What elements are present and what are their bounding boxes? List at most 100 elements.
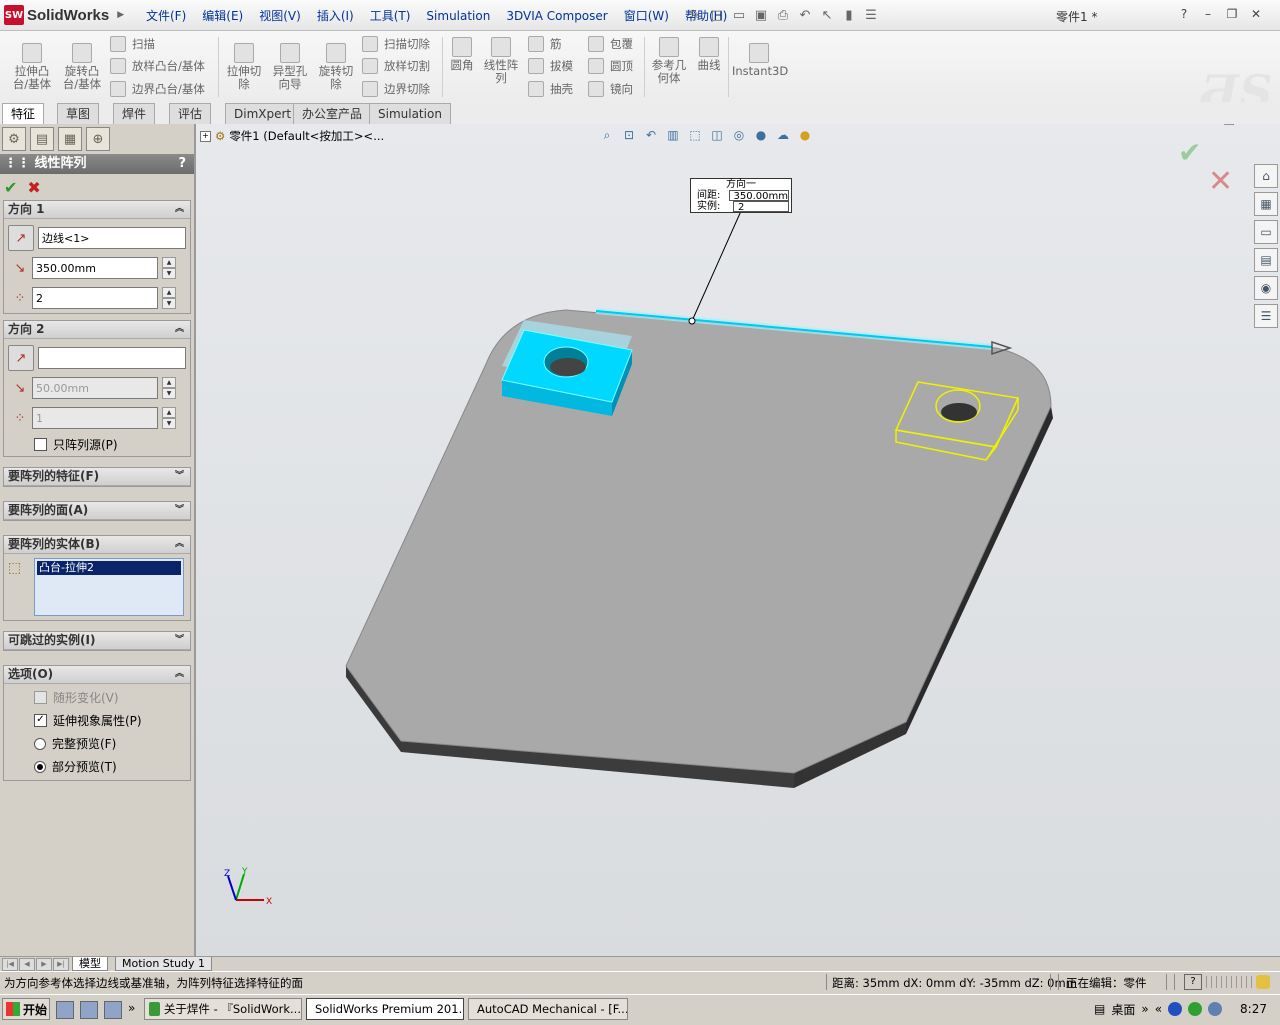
- direction2-instances-input[interactable]: 1: [32, 407, 158, 429]
- dome-button[interactable]: 圆顶: [588, 57, 633, 75]
- chevron-right-icon[interactable]: »: [1141, 1002, 1148, 1016]
- plate-top-face[interactable]: [345, 309, 1052, 774]
- linear-pattern-button[interactable]: 线性阵 列: [480, 37, 522, 85]
- options-icon[interactable]: ☰: [862, 6, 880, 24]
- open-folder-icon[interactable]: ▭: [730, 6, 748, 24]
- doc-close-icon[interactable]: ✕: [1245, 124, 1255, 128]
- rib-button[interactable]: 筋: [528, 35, 562, 53]
- solidworks-resources-icon[interactable]: ⌂: [1254, 164, 1278, 188]
- view-orientation-icon[interactable]: ⬚: [686, 126, 704, 144]
- view-settings-icon[interactable]: ●: [796, 126, 814, 144]
- pm-help-button[interactable]: ?: [178, 154, 186, 174]
- partial-preview-radio[interactable]: [34, 760, 46, 773]
- expand-icon[interactable]: ︾: [175, 468, 184, 485]
- file-explorer-icon[interactable]: ▭: [1254, 220, 1278, 244]
- direction1-header[interactable]: 方向 1 ︽: [4, 201, 190, 219]
- full-preview-row[interactable]: 完整预览(F): [4, 732, 190, 755]
- quick-tips-icon[interactable]: ?: [1184, 974, 1202, 990]
- collapse-icon[interactable]: ︽: [175, 536, 184, 553]
- menu-file[interactable]: 文件(F): [138, 7, 194, 25]
- doc-restore-icon[interactable]: ❐: [1224, 124, 1235, 128]
- collapse-icon[interactable]: ︽: [175, 666, 184, 683]
- feature-tree-icon[interactable]: ⚙: [2, 127, 26, 151]
- pin-icon[interactable]: ✎: [686, 6, 704, 24]
- tab-office-products[interactable]: 办公室产品: [293, 103, 372, 124]
- partial-preview-row[interactable]: 部分预览(T): [4, 755, 190, 778]
- geometry-pattern-row[interactable]: 随形变化(V): [4, 686, 190, 709]
- extrude-cut-button[interactable]: 拉伸切 除: [222, 43, 266, 91]
- select-icon[interactable]: ↖: [818, 6, 836, 24]
- quick-launch-icon[interactable]: [80, 1001, 98, 1019]
- display-style-icon[interactable]: ◫: [708, 126, 726, 144]
- pattern-seed-only-row[interactable]: 只阵列源(P): [8, 433, 186, 456]
- hide-show-items-icon[interactable]: ◎: [730, 126, 748, 144]
- property-manager-icon[interactable]: ▤: [30, 127, 54, 151]
- draft-button[interactable]: 拔模: [528, 57, 573, 75]
- spacing-spinner[interactable]: ▲ ▼: [162, 257, 176, 279]
- confirm-cancel-icon[interactable]: ✕: [1208, 164, 1233, 199]
- boundary-cut-button[interactable]: 边界切除: [362, 80, 430, 98]
- tab-features[interactable]: 特征: [2, 103, 45, 124]
- full-preview-radio[interactable]: [34, 737, 46, 750]
- prev-tab-icon[interactable]: ◀: [19, 958, 35, 971]
- spin-down-icon[interactable]: ▼: [162, 268, 176, 279]
- direction2-spacing-input[interactable]: 50.00mm: [32, 377, 158, 399]
- undo-icon[interactable]: ↶: [796, 6, 814, 24]
- geometry-pattern-checkbox[interactable]: [34, 691, 47, 704]
- instances-spinner[interactable]: ▲ ▼: [162, 407, 176, 429]
- configuration-manager-icon[interactable]: ▦: [58, 127, 82, 151]
- doc-minimize-icon[interactable]: –: [1208, 124, 1214, 128]
- curves-button[interactable]: 曲线: [694, 37, 724, 72]
- expand-icon[interactable]: ︾: [175, 502, 184, 519]
- cancel-x-icon[interactable]: ✖: [27, 178, 40, 197]
- rebuild-icon[interactable]: ▮: [840, 6, 858, 24]
- apply-scene-icon[interactable]: ☁: [774, 126, 792, 144]
- sweep-button[interactable]: 扫描: [110, 35, 155, 53]
- taskbar-button-weldments-help[interactable]: 关于焊件 - 『SolidWork...: [144, 998, 302, 1020]
- menu-edit[interactable]: 编辑(E): [194, 7, 251, 25]
- spin-up-icon[interactable]: ▲: [162, 377, 176, 388]
- spin-up-icon[interactable]: ▲: [162, 257, 176, 268]
- tab-evaluate[interactable]: 评估: [169, 103, 212, 124]
- shell-button[interactable]: 抽壳: [528, 80, 573, 98]
- chevron-right-icon[interactable]: »: [128, 1001, 135, 1019]
- section-view-icon[interactable]: ▥: [664, 126, 682, 144]
- spin-up-icon[interactable]: ▲: [162, 287, 176, 298]
- zoom-to-fit-icon[interactable]: ⌕: [598, 126, 616, 144]
- wrap-button[interactable]: 包覆: [588, 35, 633, 53]
- dimxpert-manager-icon[interactable]: ⊕: [86, 127, 110, 151]
- reverse-direction-icon[interactable]: ↗: [8, 225, 34, 251]
- reference-geometry-button[interactable]: 参考几 何体: [648, 37, 690, 85]
- pattern-callout[interactable]: 方向一 间距: 350.00mm 实例: 2: [690, 178, 792, 213]
- security-shield-icon[interactable]: [1188, 1002, 1203, 1016]
- ok-check-icon[interactable]: ✔: [4, 178, 17, 197]
- appearances-icon[interactable]: ◉: [1254, 276, 1278, 300]
- restore-icon[interactable]: ❐: [1224, 6, 1240, 22]
- list-item[interactable]: 凸台-拉伸2: [37, 561, 181, 575]
- last-tab-icon[interactable]: ▶|: [53, 958, 69, 971]
- minimize-icon[interactable]: –: [1200, 6, 1216, 22]
- close-icon[interactable]: ✕: [1248, 6, 1264, 22]
- spin-down-icon[interactable]: ▼: [162, 298, 176, 309]
- bodies-to-pattern-header[interactable]: 要阵列的实体(B) ︽: [4, 536, 190, 554]
- expand-tree-icon[interactable]: +: [200, 130, 211, 142]
- faces-to-pattern-header[interactable]: 要阵列的面(A) ︾: [4, 502, 190, 520]
- options-header[interactable]: 选项(O) ︽: [4, 666, 190, 684]
- propagate-visual-checkbox[interactable]: ✓: [34, 714, 47, 727]
- collapse-icon[interactable]: ︽: [175, 201, 184, 218]
- menu-simulation[interactable]: Simulation: [418, 7, 498, 25]
- zoom-to-area-icon[interactable]: ⊡: [620, 126, 638, 144]
- first-tab-icon[interactable]: |◀: [2, 958, 18, 971]
- direction2-edge-field[interactable]: [38, 347, 186, 369]
- menu-view[interactable]: 视图(V): [251, 7, 309, 25]
- menu-insert[interactable]: 插入(I): [309, 7, 362, 25]
- features-to-pattern-header[interactable]: 要阵列的特征(F) ︾: [4, 468, 190, 486]
- boundary-boss-button[interactable]: 边界凸台/基体: [110, 80, 205, 98]
- save-icon[interactable]: ▣: [752, 6, 770, 24]
- desktop-label[interactable]: 桌面: [1111, 1001, 1135, 1018]
- instances-to-skip-header[interactable]: 可跳过的实例(I) ︾: [4, 632, 190, 650]
- revolve-cut-button[interactable]: 旋转切 除: [314, 43, 358, 91]
- hole-wizard-button[interactable]: 异型孔 向导: [268, 43, 312, 91]
- instances-spinner[interactable]: ▲ ▼: [162, 287, 176, 309]
- menu-3dvia[interactable]: 3DVIA Composer: [498, 7, 615, 25]
